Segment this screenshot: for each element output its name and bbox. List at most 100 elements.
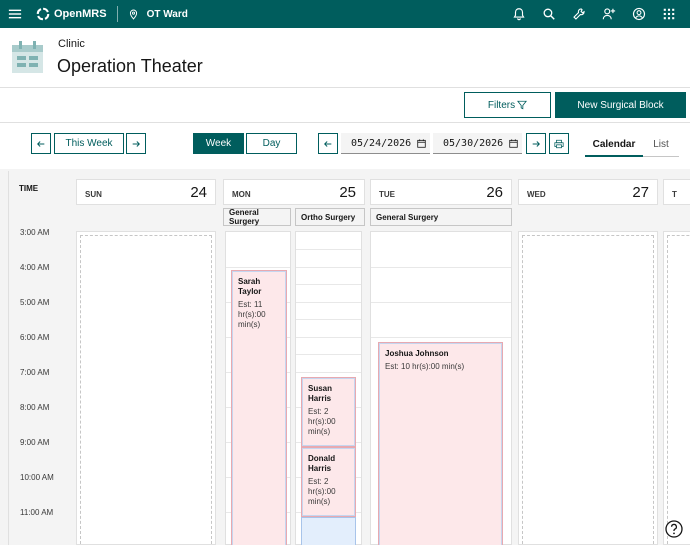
time-label: 6:00 AM <box>20 333 50 342</box>
time-column: 3:00 AM 4:00 AM 5:00 AM 6:00 AM 7:00 AM … <box>9 228 71 545</box>
arrow-right-icon <box>132 140 140 147</box>
time-label: 8:00 AM <box>20 403 50 412</box>
page-header: Clinic Operation Theater <box>0 28 690 88</box>
day-name: WED <box>527 190 546 199</box>
top-navigation-bar: OpenMRS OT Ward <box>0 0 690 28</box>
day-column-wed[interactable] <box>518 231 658 545</box>
add-patient-button[interactable] <box>594 0 624 28</box>
patient-name: Donald Harris <box>308 454 336 473</box>
day-name: T <box>672 190 677 199</box>
user-add-icon <box>602 8 616 20</box>
action-bar: Filters New Surgical Block <box>0 88 690 123</box>
half-hour-line <box>296 319 361 320</box>
time-column-header: TIME <box>19 184 39 193</box>
patient-name: Sarah Taylor <box>238 277 262 296</box>
arrow-left-icon <box>324 140 332 147</box>
help-icon[interactable] <box>664 519 684 539</box>
hour-line <box>371 302 511 303</box>
surgery-event-susan-harris[interactable]: Susan Harris Est: 2 hr(s):00 min(s) <box>301 377 356 447</box>
day-header-sun: SUN 24 <box>76 179 216 205</box>
search-button[interactable] <box>534 0 564 28</box>
calendar-grid: TIME 3:00 AM 4:00 AM 5:00 AM 6:00 AM 7:0… <box>8 171 690 545</box>
location-name: OT Ward <box>146 8 188 20</box>
estimated-duration: Est: 2 hr(s):00 min(s) <box>308 407 336 436</box>
estimated-duration: Est: 2 hr(s):00 min(s) <box>308 477 336 506</box>
tab-list[interactable]: List <box>643 133 679 157</box>
this-week-button[interactable]: This Week <box>54 133 124 154</box>
day-column-thu[interactable] <box>663 231 690 545</box>
end-date-input[interactable]: 05/30/2026 <box>433 133 522 154</box>
day-name: SUN <box>85 190 102 199</box>
day-date: 25 <box>339 184 356 201</box>
next-week-button[interactable] <box>126 133 146 154</box>
arrow-left-icon <box>37 140 45 147</box>
user-menu-button[interactable] <box>624 0 654 28</box>
menu-icon[interactable] <box>0 0 30 28</box>
openmrs-logo[interactable]: OpenMRS <box>36 7 107 21</box>
day-header-wed: WED 27 <box>518 179 658 205</box>
page-title: Operation Theater <box>57 56 203 76</box>
empty-day-area[interactable] <box>667 235 690 544</box>
app-switcher-button[interactable] <box>654 0 684 28</box>
topbar-divider <box>116 6 118 22</box>
hour-line <box>226 267 290 268</box>
empty-day-area[interactable] <box>80 235 212 544</box>
new-surgical-block-button[interactable]: New Surgical Block <box>555 92 686 118</box>
half-hour-line <box>296 284 361 285</box>
filters-button[interactable]: Filters <box>464 92 551 118</box>
block-header-general-surgery[interactable]: General Surgery <box>223 208 291 226</box>
hour-line <box>371 267 511 268</box>
day-view-button[interactable]: Day <box>246 133 297 154</box>
day-header-mon: MON 25 <box>223 179 365 205</box>
hour-line <box>296 302 361 303</box>
day-date: 26 <box>486 184 503 201</box>
app-switcher-icon <box>663 8 675 20</box>
previous-week-button[interactable] <box>31 133 51 154</box>
day-header-thu: T <box>663 179 690 205</box>
surgery-event-joshua-johnson[interactable]: Joshua Johnson Est: 10 hr(s):00 min(s) <box>378 342 503 545</box>
estimated-duration: Est: 10 hr(s):00 min(s) <box>385 362 465 371</box>
calendar-illustration-icon <box>12 41 43 73</box>
time-label: 5:00 AM <box>20 298 50 307</box>
system-admin-button[interactable] <box>564 0 594 28</box>
next-range-button[interactable] <box>526 133 546 154</box>
calendar-picker-icon[interactable] <box>509 138 518 148</box>
calendar-picker-icon[interactable] <box>417 138 426 148</box>
filters-label: Filters <box>487 99 516 111</box>
notifications-button[interactable] <box>504 0 534 28</box>
day-header-tue: TUE 26 <box>370 179 512 205</box>
block-header-general-surgery[interactable]: General Surgery <box>370 208 512 226</box>
time-label: 11:00 AM <box>20 508 54 517</box>
half-hour-line <box>296 354 361 355</box>
user-avatar-icon <box>632 7 646 21</box>
patient-name: Susan Harris <box>308 384 333 403</box>
time-label: 7:00 AM <box>20 368 50 377</box>
bell-icon <box>513 8 525 21</box>
tools-icon <box>573 8 585 20</box>
start-date-input[interactable]: 05/24/2026 <box>341 133 430 154</box>
surgery-event-donald-harris[interactable]: Donald Harris Est: 2 hr(s):00 min(s) <box>301 447 356 517</box>
location-selector[interactable]: OT Ward <box>128 9 188 20</box>
half-hour-line <box>296 249 361 250</box>
hour-line <box>296 267 361 268</box>
hour-line <box>296 337 361 338</box>
week-view-button[interactable]: Week <box>193 133 244 154</box>
surgery-event-sarah-taylor[interactable]: Sarah Taylor Est: 11 hr(s):00 min(s) <box>231 270 287 545</box>
tab-calendar[interactable]: Calendar <box>585 133 643 157</box>
print-button[interactable] <box>549 133 569 154</box>
end-date-value: 05/30/2026 <box>443 137 504 149</box>
clinic-label: Clinic <box>58 38 85 50</box>
block-header-ortho-surgery[interactable]: Ortho Surgery <box>295 208 365 226</box>
calendar-navigation: This Week Week Day 05/24/2026 05/30/2026… <box>0 123 690 169</box>
printer-icon <box>554 139 564 148</box>
previous-range-button[interactable] <box>318 133 338 154</box>
filter-icon <box>517 100 528 110</box>
empty-day-area[interactable] <box>522 235 654 544</box>
start-date-value: 05/24/2026 <box>351 137 412 149</box>
openmrs-logo-icon <box>36 7 50 21</box>
time-label: 4:00 AM <box>20 263 50 272</box>
day-column-sun[interactable] <box>76 231 216 545</box>
time-label: 9:00 AM <box>20 438 50 447</box>
available-slot[interactable] <box>301 517 356 545</box>
location-pin-icon <box>129 9 137 20</box>
